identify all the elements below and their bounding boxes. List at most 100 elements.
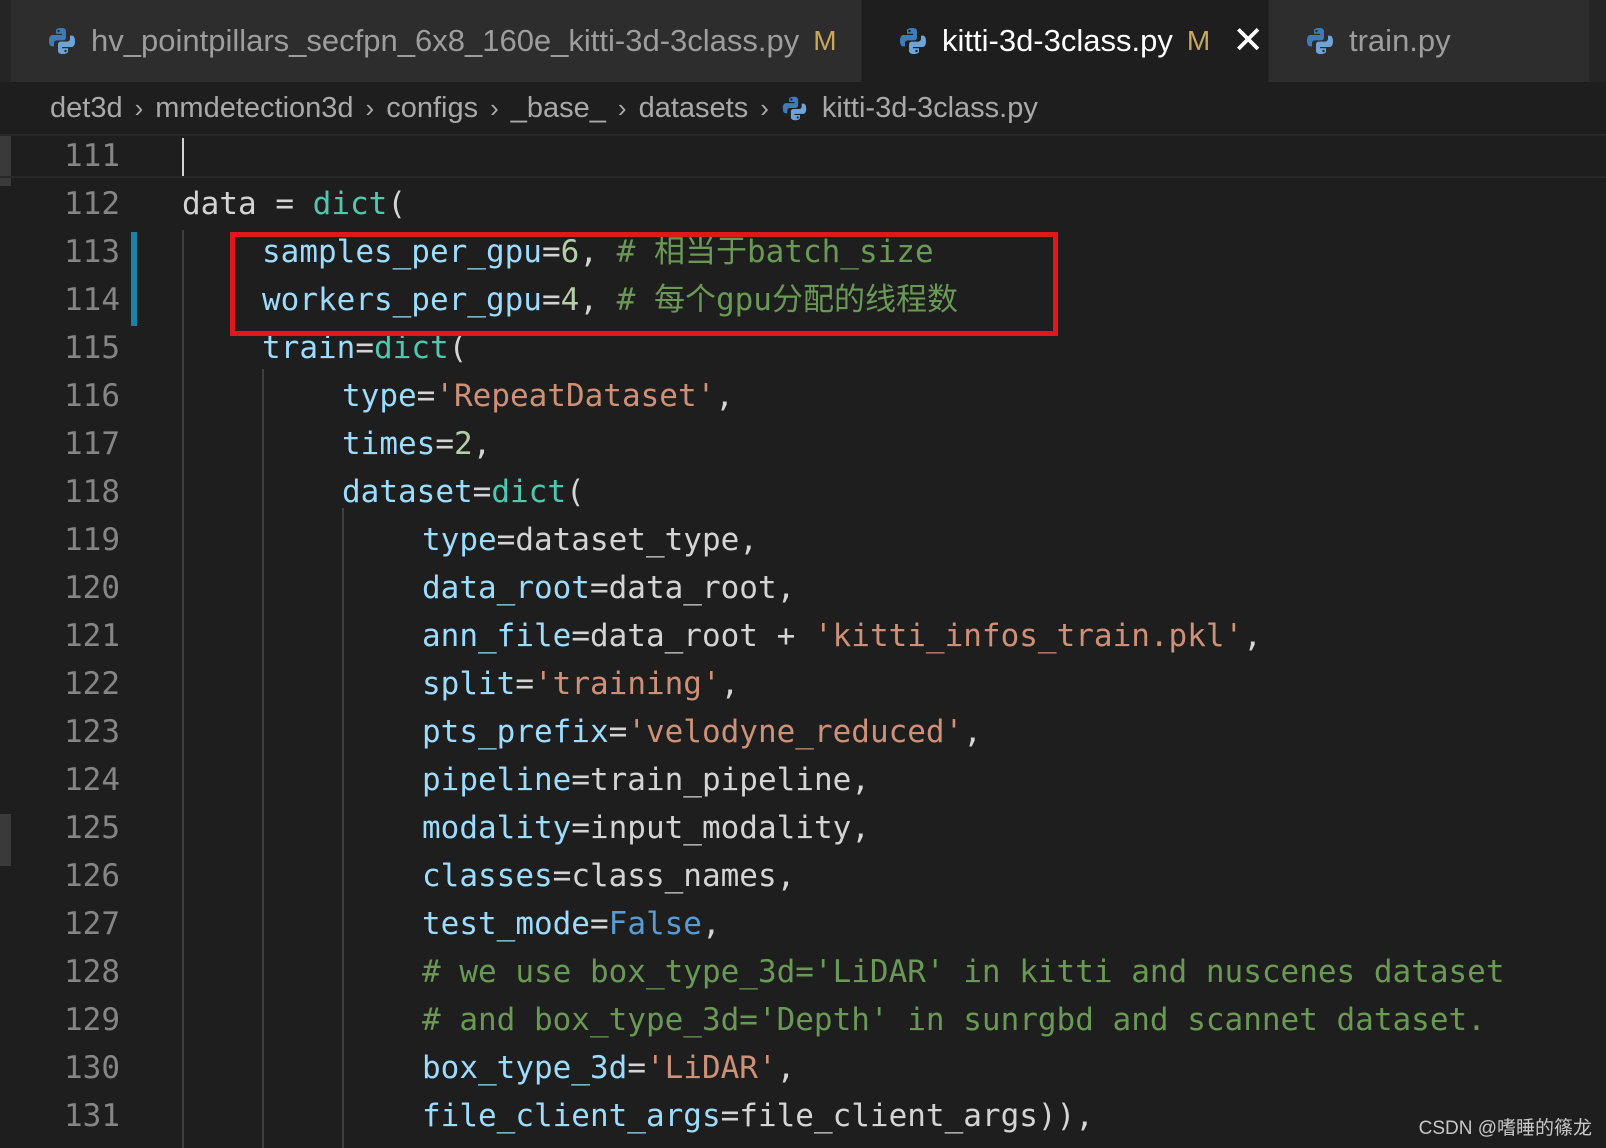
line-number: 126: [64, 858, 120, 894]
code-line: 122 split='training',: [0, 660, 1606, 708]
token: ,: [963, 714, 982, 750]
code-text: classes=class_names,: [422, 852, 795, 900]
token: False: [608, 906, 702, 942]
code-editor[interactable]: 111 112 data = dict( 113 samples_per_gpu…: [0, 134, 1606, 1148]
code-text: box_type_3d='LiDAR',: [422, 1044, 795, 1092]
token: =: [608, 714, 628, 750]
code-text: ann_file=data_root + 'kitti_infos_train.…: [422, 612, 1262, 660]
chevron-right-icon: ›: [490, 92, 499, 123]
token: =class_names,: [552, 858, 796, 894]
token: classes: [422, 858, 553, 894]
python-icon: [49, 28, 75, 54]
code-line: 123 pts_prefix='velodyne_reduced',: [0, 708, 1606, 756]
code-line: 124 pipeline=train_pipeline,: [0, 756, 1606, 804]
token: ,: [1243, 618, 1262, 654]
code-text: # we use box_type_3d='LiDAR' in kitti an…: [422, 948, 1505, 996]
breadcrumb-file[interactable]: kitti-3d-3class.py: [781, 92, 1038, 125]
tab-label: kitti-3d-3class.py: [942, 23, 1173, 58]
line-number: 119: [64, 522, 120, 558]
line-number: 125: [64, 810, 120, 846]
modified-indicator: M: [813, 25, 837, 56]
line-number: 121: [64, 618, 120, 654]
token: ,: [715, 378, 734, 414]
token: times: [342, 426, 436, 462]
token: =: [627, 1050, 646, 1086]
code-text: # and box_type_3d='Depth' in sunrgbd and…: [422, 996, 1486, 1044]
python-icon: [1307, 28, 1333, 54]
breadcrumb: det3d › mmdetection3d › configs › _base_…: [0, 82, 1606, 134]
token: =dataset_type,: [496, 522, 758, 558]
line-number: 114: [64, 282, 120, 318]
tab-kitti-3d-3class[interactable]: kitti-3d-3class.py M ✕: [862, 0, 1268, 82]
line-number: 120: [64, 570, 120, 606]
token: test_mode: [422, 906, 590, 942]
token: =input_modality,: [571, 810, 870, 846]
line-number: 112: [64, 186, 120, 222]
line-number: 113: [64, 234, 120, 270]
code-line: 112 data = dict(: [0, 180, 1606, 228]
tab-train[interactable]: train.py: [1269, 0, 1589, 82]
breadcrumb-item[interactable]: mmdetection3d: [155, 92, 353, 125]
token: dict: [312, 186, 388, 222]
code-line: 116 type='RepeatDataset',: [0, 372, 1606, 420]
chevron-right-icon: ›: [134, 92, 144, 123]
token: ,: [701, 906, 721, 942]
chevron-right-icon: ›: [365, 92, 375, 123]
code-line: 130 box_type_3d='LiDAR',: [0, 1044, 1606, 1092]
token: =data_root,: [589, 570, 796, 606]
code-text: modality=input_modality,: [422, 804, 870, 852]
close-icon[interactable]: ✕: [1232, 22, 1264, 60]
code-text: file_client_args=file_client_args)),: [422, 1092, 1094, 1140]
line-number: 115: [64, 330, 120, 366]
line-number: 123: [64, 714, 120, 750]
breadcrumb-item[interactable]: det3d: [50, 92, 123, 125]
token: 'training': [534, 666, 721, 702]
code-text: dataset=dict(: [342, 468, 585, 516]
token: =: [589, 906, 609, 942]
python-icon: [900, 28, 926, 54]
tab-bar: hv_pointpillars_secfpn_6x8_160e_kitti-3d…: [0, 0, 1606, 82]
tab-hv-pointpillars[interactable]: hv_pointpillars_secfpn_6x8_160e_kitti-3d…: [11, 0, 861, 82]
python-icon: [782, 96, 807, 120]
code-line: 125 modality=input_modality,: [0, 804, 1606, 852]
line-number: 111: [64, 138, 120, 174]
token: =: [435, 426, 454, 462]
code-line: 127 test_mode=False,: [0, 900, 1606, 948]
code-text: test_mode=False,: [422, 900, 721, 948]
token: 'RepeatDataset': [435, 378, 716, 414]
chevron-right-icon: ›: [760, 92, 769, 123]
token: =: [416, 378, 436, 414]
token: 'velodyne_reduced': [627, 714, 964, 750]
code-line: 128 # we use box_type_3d='LiDAR' in kitt…: [0, 948, 1606, 996]
token: 'LiDAR': [645, 1050, 777, 1086]
token: ,: [720, 666, 740, 702]
code-text: times=2,: [342, 420, 491, 468]
code-line: 121 ann_file=data_root + 'kitti_infos_tr…: [0, 612, 1606, 660]
code-text: type=dataset_type,: [422, 516, 758, 564]
code-line: 131 file_client_args=file_client_args)),: [0, 1092, 1606, 1140]
chevron-right-icon: ›: [617, 92, 627, 123]
breadcrumb-item[interactable]: configs: [386, 92, 478, 125]
token: =data_root +: [571, 618, 814, 654]
comment: # and box_type_3d='Depth' in sunrgbd and…: [422, 1002, 1486, 1038]
token: (: [387, 186, 406, 222]
code-line: 118 dataset=dict(: [0, 468, 1606, 516]
code-text: pipeline=train_pipeline,: [422, 756, 870, 804]
token: pipeline: [422, 762, 572, 798]
code-text: data_root=data_root,: [422, 564, 795, 612]
token: file_client_args: [422, 1098, 721, 1134]
code-line: 111: [0, 134, 1606, 180]
token: =: [515, 666, 534, 702]
code-text: data = dict(: [182, 180, 406, 228]
breadcrumb-item[interactable]: _base_: [511, 92, 606, 125]
token: 'kitti_infos_train.pkl': [813, 618, 1244, 654]
code-line: 117 times=2,: [0, 420, 1606, 468]
line-number: 124: [64, 762, 120, 798]
code-line: 119 type=dataset_type,: [0, 516, 1606, 564]
line-number: 129: [64, 1002, 120, 1038]
token: =file_client_args)),: [720, 1098, 1094, 1134]
modified-indicator: M: [1186, 25, 1211, 56]
tab-label: train.py: [1349, 23, 1451, 58]
breadcrumb-item[interactable]: datasets: [639, 92, 749, 125]
token: box_type_3d: [422, 1050, 628, 1086]
